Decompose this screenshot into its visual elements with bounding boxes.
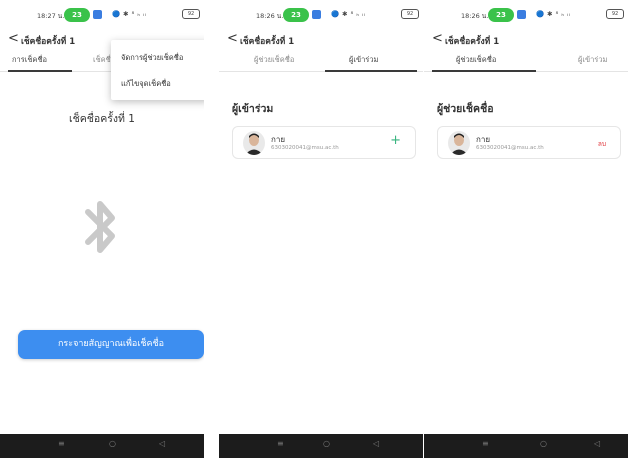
- tab-bar: ผู้ช่วยเช็คชื่อ ผู้เข้าร่วม: [219, 50, 423, 72]
- status-bar: 18:26 น. 23 🔵 ✱ ⁸ ₕ ᵢₗ 92: [219, 0, 423, 30]
- avatar: [243, 131, 265, 155]
- app-bar: < เช็คชื่อครั้งที่ 1: [219, 30, 423, 50]
- nav-back-icon[interactable]: ◁: [159, 439, 165, 448]
- back-arrow-icon[interactable]: <: [227, 31, 238, 46]
- tab-bar: ผู้ช่วยเช็คชื่อ ผู้เข้าร่วม: [424, 50, 628, 72]
- tab-participants[interactable]: ผู้เข้าร่วม: [578, 54, 607, 66]
- recent-apps-icon[interactable]: ≡: [58, 439, 65, 448]
- system-status-icons: 🔵 ✱ ⁸ ₕ ᵢₗ: [112, 10, 147, 18]
- nav-back-icon[interactable]: ◁: [373, 439, 379, 448]
- system-nav-bar: ≡ ○ ◁: [424, 434, 628, 458]
- tab-assistants[interactable]: ผู้ช่วยเช็คชื่อ: [456, 54, 496, 66]
- tab-indicator: [432, 70, 536, 72]
- user-email: 6303020041@msu.ac.th: [476, 145, 544, 151]
- screen-checkin: 18:27 น. 23 🔵 ✱ ⁸ ₕ ᵢₗ 92 < เช็คชื่อครั้…: [0, 0, 204, 458]
- nav-back-icon[interactable]: ◁: [594, 439, 600, 448]
- status-time: 18:27 น.: [37, 12, 65, 20]
- back-arrow-icon[interactable]: <: [8, 31, 19, 46]
- recent-apps-icon[interactable]: ≡: [482, 439, 489, 448]
- page-title: เช็คชื่อครั้งที่ 1: [240, 37, 295, 47]
- back-arrow-icon[interactable]: <: [432, 31, 443, 46]
- session-title: เช็คชื่อครั้งที่ 1: [69, 113, 135, 125]
- call-pill: 23: [488, 8, 514, 22]
- home-icon[interactable]: ○: [540, 439, 547, 448]
- app-notification-icon: [312, 10, 321, 19]
- battery-icon: 92: [606, 9, 624, 19]
- system-status-icons: 🔵 ✱ ⁸ ₕ ᵢₗ: [331, 10, 366, 18]
- app-bar: < เช็คชื่อครั้งที่ 1: [424, 30, 628, 50]
- status-bar: 18:26 น. 23 🔵 ✱ ⁸ ₕ ᵢₗ 92: [424, 0, 628, 30]
- app-notification-icon: [517, 10, 526, 19]
- user-email: 6303020041@msu.ac.th: [271, 145, 339, 151]
- battery-icon: 92: [182, 9, 200, 19]
- section-heading: ผู้เข้าร่วม: [232, 103, 274, 115]
- avatar: [448, 131, 470, 155]
- home-icon[interactable]: ○: [109, 439, 116, 448]
- system-nav-bar: ≡ ○ ◁: [219, 434, 423, 458]
- participant-card: กาย 6303020041@msu.ac.th +: [232, 126, 416, 159]
- tab-checkin[interactable]: การเช็คชื่อ: [12, 54, 47, 66]
- status-bar: 18:27 น. 23 🔵 ✱ ⁸ ₕ ᵢₗ 92: [0, 0, 204, 30]
- home-icon[interactable]: ○: [323, 439, 330, 448]
- assistant-card: กาย 6303020041@msu.ac.th ลบ: [437, 126, 621, 159]
- menu-item-manage-assistants[interactable]: จัดการผู้ช่วยเช็คชื่อ: [121, 52, 183, 64]
- menu-item-edit-checkin[interactable]: แก้ไขจุดเช็คชื่อ: [121, 78, 171, 90]
- call-pill: 23: [64, 8, 90, 22]
- bluetooth-icon: [82, 196, 122, 262]
- screen-participants: 18:26 น. 23 🔵 ✱ ⁸ ₕ ᵢₗ 92 < เช็คชื่อครั้…: [219, 0, 423, 458]
- app-notification-icon: [93, 10, 102, 19]
- tab-checkin-partial[interactable]: เช็คชื่: [93, 54, 111, 66]
- status-time: 18:26 น.: [256, 12, 284, 20]
- broadcast-checkin-button[interactable]: กระจายสัญญาณเพื่อเช็คชื่อ: [18, 330, 204, 359]
- tab-indicator: [325, 70, 417, 72]
- call-pill: 23: [283, 8, 309, 22]
- page-title: เช็คชื่อครั้งที่ 1: [445, 37, 500, 47]
- battery-icon: 92: [401, 9, 419, 19]
- tab-assistants[interactable]: ผู้ช่วยเช็คชื่อ: [254, 54, 294, 66]
- status-time: 18:26 น.: [461, 12, 489, 20]
- system-nav-bar: ≡ ○ ◁: [0, 434, 204, 458]
- remove-assistant-button[interactable]: ลบ: [598, 139, 606, 149]
- screen-assistants: 18:26 น. 23 🔵 ✱ ⁸ ₕ ᵢₗ 92 < เช็คชื่อครั้…: [424, 0, 628, 458]
- overflow-menu: จัดการผู้ช่วยเช็คชื่อ แก้ไขจุดเช็คชื่อ: [111, 40, 204, 100]
- page-title: เช็คชื่อครั้งที่ 1: [21, 37, 76, 47]
- add-assistant-button[interactable]: +: [390, 133, 401, 148]
- system-status-icons: 🔵 ✱ ⁸ ₕ ᵢₗ: [536, 10, 571, 18]
- recent-apps-icon[interactable]: ≡: [277, 439, 284, 448]
- section-heading: ผู้ช่วยเช็คชื่อ: [437, 103, 494, 115]
- tab-indicator: [8, 70, 72, 72]
- tab-participants[interactable]: ผู้เข้าร่วม: [349, 54, 378, 66]
